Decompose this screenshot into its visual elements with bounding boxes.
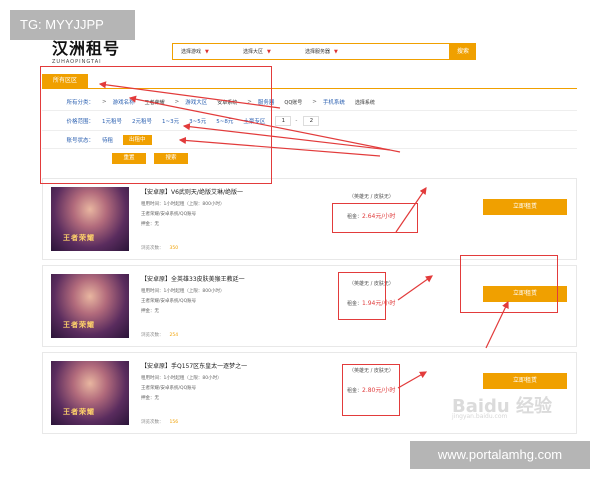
status-available[interactable]: 待租 <box>102 136 113 144</box>
filter-category-label: 所有分类： <box>66 100 94 106</box>
breadcrumb-separator: > <box>174 99 180 105</box>
listing-deposit: 押金：无 <box>141 222 159 227</box>
breadcrumb-separator: > <box>247 99 252 105</box>
listing-thumbnail[interactable]: 王者荣耀 <box>51 361 129 425</box>
tab-all-regions[interactable]: 所有区区 <box>42 74 88 88</box>
listing-hero-skin-tag: （英雄无 / 皮肤无） <box>349 368 394 374</box>
listing-game-info: 王者荣耀/安卓系统/QQ账号 <box>141 299 197 304</box>
search-input[interactable] <box>367 44 449 59</box>
rent-price: 2.64元/小时 <box>362 213 396 220</box>
tg-overlay-label: TG: MYYJJPP <box>10 10 135 40</box>
divider <box>42 110 577 111</box>
divider <box>42 148 577 149</box>
listing-thumbnail[interactable]: 王者荣耀 <box>51 187 129 251</box>
breadcrumb-separator: > <box>312 99 317 105</box>
views-count: 156 <box>169 420 179 425</box>
price-option-3[interactable]: 1~3元 <box>162 117 179 125</box>
filter-os-value[interactable]: 选择系统 <box>355 99 375 106</box>
listing-rent: 租金：2.64元/小时 <box>347 211 395 220</box>
filter-search-button[interactable]: 搜索 <box>154 152 188 164</box>
filter-row-status: 账号状态： 待租 出租中 <box>44 134 158 146</box>
filter-game-name[interactable]: 游戏名称 <box>113 98 135 106</box>
game-select-label: 选择游戏 <box>181 49 202 55</box>
filter-os[interactable]: 手机系统 <box>323 98 345 106</box>
filter-game-value[interactable]: 王者荣耀 <box>145 99 165 106</box>
listing-views: 浏览次数： 350 <box>141 245 178 251</box>
filter-row-price: 价格范围： 1元租号 2元租号 1~3元 3~5元 5~8元 土豪专区 1 - … <box>44 115 323 127</box>
tab-underline <box>42 88 577 89</box>
price-option-5[interactable]: 5~8元 <box>216 117 233 125</box>
breadcrumb-separator: > <box>102 99 107 105</box>
rent-label: 租金： <box>347 388 363 394</box>
views-label: 浏览次数： <box>141 246 164 251</box>
rent-price: 1.94元/小时 <box>362 300 396 307</box>
filter-status-label: 账号状态： <box>66 138 94 144</box>
divider <box>42 130 577 131</box>
filter-region[interactable]: 游戏大区 <box>185 98 207 106</box>
price-min-input[interactable]: 1 <box>275 116 292 126</box>
baidu-watermark-url: jingyan.baidu.com <box>452 413 508 420</box>
listing-title[interactable]: 【安卓原】全英雄33皮肤美猴王教廷一 <box>141 274 245 283</box>
views-count: 350 <box>169 246 179 251</box>
listing-rent: 租金：2.80元/小时 <box>347 385 395 394</box>
filter-actions: 重置 搜索 <box>112 152 196 164</box>
server-select[interactable]: 选择服务器 ▼ <box>297 48 367 56</box>
rent-price: 2.80元/小时 <box>362 387 396 394</box>
rent-now-button[interactable]: 立即租赁 <box>483 199 567 215</box>
region-select-label: 选择大区 <box>243 49 264 55</box>
thumbnail-text: 王者荣耀 <box>63 321 95 329</box>
listing-views: 浏览次数： 156 <box>141 419 178 425</box>
listing-card[interactable]: 王者荣耀 【安卓原】V6武则天/绝版艾琳/绝版一 租用时间：1小时起租（上限：8… <box>42 178 577 260</box>
price-max-input[interactable]: 2 <box>303 116 320 126</box>
listing-game-info: 王者荣耀/安卓系统/QQ账号 <box>141 386 197 391</box>
price-option-2[interactable]: 2元租号 <box>132 117 152 125</box>
chevron-down-icon: ▼ <box>205 48 209 55</box>
thumbnail-text: 王者荣耀 <box>63 234 95 242</box>
filter-server[interactable]: 服务器 <box>258 98 275 106</box>
rent-label: 租金： <box>347 214 363 220</box>
filter-price-label: 价格范围： <box>66 119 94 125</box>
listing-hero-skin-tag: （英雄无 / 皮肤无） <box>349 194 394 200</box>
search-button[interactable]: 搜索 <box>450 43 476 60</box>
listing-thumbnail[interactable]: 王者荣耀 <box>51 274 129 338</box>
rent-label: 租金： <box>347 301 363 307</box>
listing-rent-time: 租用时间：1小时起租（上限：800小时） <box>141 289 225 294</box>
price-option-1[interactable]: 1元租号 <box>102 117 122 125</box>
views-count: 254 <box>169 333 179 338</box>
views-label: 浏览次数： <box>141 420 164 425</box>
listing-deposit: 押金：无 <box>141 396 159 401</box>
logo-sub-text: ZUHAOPINGTAI <box>52 59 102 65</box>
logo-main-text: 汉洲租号 <box>52 39 121 58</box>
region-select[interactable]: 选择大区 ▼ <box>235 48 297 56</box>
listing-card[interactable]: 王者荣耀 【安卓原】全英雄33皮肤美猴王教廷一 租用时间：1小时起租（上限：80… <box>42 265 577 347</box>
chevron-down-icon: ▼ <box>267 48 271 55</box>
rent-now-button[interactable]: 立即租赁 <box>483 286 567 302</box>
listing-game-info: 王者荣耀/安卓系统/QQ账号 <box>141 212 197 217</box>
game-select[interactable]: 选择游戏 ▼ <box>173 48 235 56</box>
filter-server-value[interactable]: QQ账号 <box>284 99 302 106</box>
views-label: 浏览次数： <box>141 333 164 338</box>
site-overlay-label: www.portalamhg.com <box>410 441 590 469</box>
search-bar: 选择游戏 ▼ 选择大区 ▼ 选择服务器 ▼ <box>172 43 450 60</box>
listing-views: 浏览次数： 254 <box>141 332 178 338</box>
chevron-down-icon: ▼ <box>334 48 338 55</box>
listing-title[interactable]: 【安卓原】V6武则天/绝版艾琳/绝版一 <box>141 187 243 196</box>
price-option-6[interactable]: 土豪专区 <box>243 117 265 125</box>
reset-button[interactable]: 重置 <box>112 152 146 164</box>
listing-rent-time: 租用时间：1小时起租（上限：80小时） <box>141 376 222 381</box>
server-select-label: 选择服务器 <box>305 49 331 55</box>
listing-rent-time: 租用时间：1小时起租（上限：800小时） <box>141 202 225 207</box>
listing-rent: 租金：1.94元/小时 <box>347 298 395 307</box>
price-option-4[interactable]: 3~5元 <box>189 117 206 125</box>
listing-title[interactable]: 【安卓原】手Q157区东皇太一逐梦之一 <box>141 361 247 370</box>
site-logo[interactable]: 汉洲租号 ZUHAOPINGTAI <box>52 40 162 76</box>
thumbnail-text: 王者荣耀 <box>63 408 95 416</box>
listing-hero-skin-tag: （英雄无 / 皮肤无） <box>349 281 394 287</box>
rent-now-button[interactable]: 立即租赁 <box>483 373 567 389</box>
filter-region-value[interactable]: 安卓系统 <box>217 99 237 106</box>
filter-row-category: 所有分类： > 游戏名称 王者荣耀 > 游戏大区 安卓系统 > 服务器 QQ账号… <box>44 96 385 108</box>
price-range-dash: - <box>295 118 298 124</box>
listing-deposit: 押金：无 <box>141 309 159 314</box>
status-renting[interactable]: 出租中 <box>123 135 152 145</box>
